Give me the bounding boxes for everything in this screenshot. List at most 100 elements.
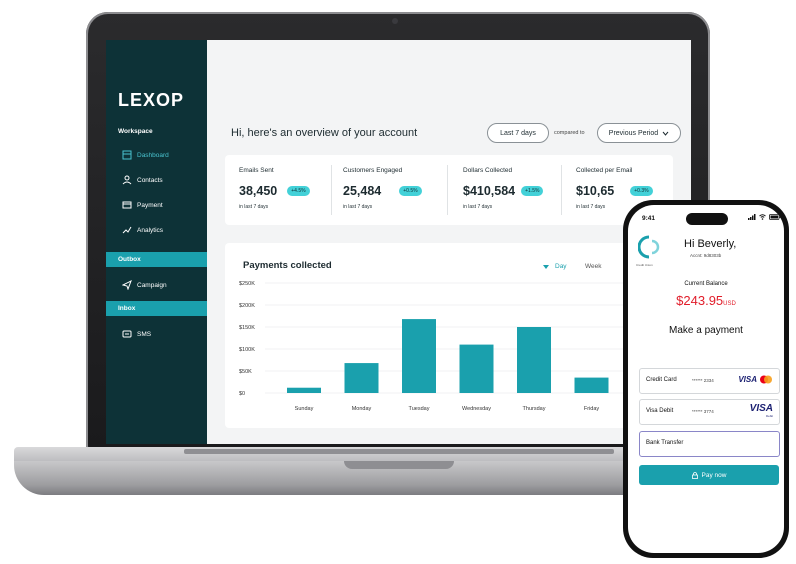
method-mask: ****** 2334 [692, 378, 714, 383]
divider [447, 165, 448, 215]
laptop: LEXOP Workspace Dashboard Contacts Payme… [86, 12, 710, 452]
sidebar-item-analytics[interactable]: Analytics [122, 225, 163, 235]
sidebar-item-contacts[interactable]: Contacts [122, 175, 163, 185]
dashboard-icon [122, 150, 132, 160]
card-logos: VISA [738, 375, 773, 384]
bar-friday[interactable] [574, 377, 609, 393]
stat-sub: in last 7 days [239, 204, 269, 210]
bar-thursday[interactable] [517, 327, 551, 393]
sidebar-item-payment[interactable]: Payment [122, 200, 163, 210]
x-tick-label: Tuesday [409, 406, 430, 412]
brand-name: Credit Union [636, 263, 653, 267]
pay-now-label: Pay now [701, 471, 727, 479]
y-tick-label: $150K [239, 325, 255, 331]
compared-to-label: compared to [554, 130, 585, 136]
x-tick-label: Thursday [523, 406, 546, 412]
sidebar-item-label: Payment [137, 201, 163, 209]
y-tick-label: $100K [239, 347, 255, 353]
send-icon [122, 280, 132, 290]
y-tick-label: $0 [239, 391, 245, 397]
payment-method-visa-debit[interactable]: Visa Debit ****** 3774 VISA Debit [639, 399, 780, 425]
stat-value: 38,450 [239, 184, 278, 198]
lock-icon [691, 471, 698, 479]
card-icon [122, 201, 132, 209]
visa-logo: VISA [749, 403, 773, 414]
sidebar-item-label: Contacts [137, 176, 163, 184]
laptop-notch [344, 461, 454, 469]
stat-label: Dollars Collected [463, 167, 513, 174]
balance-currency: USD [723, 301, 736, 307]
tab-week[interactable]: Week [585, 263, 602, 270]
change-badge: +0.5% [399, 186, 422, 196]
stat-emails-sent: Emails Sent 38,450 +4.5% in last 7 days [239, 167, 310, 210]
sidebar-item-dashboard[interactable]: Dashboard [122, 150, 169, 160]
inbox-section-label: Inbox [118, 305, 136, 312]
phone: 9:41 Credit Union Hi Beverly, Accnt: 9d8… [623, 200, 789, 558]
x-tick-label: Monday [352, 406, 372, 412]
sidebar-item-sms[interactable]: SMS [122, 329, 151, 339]
inbox-section: Inbox [106, 301, 207, 316]
stat-label: Collected per Email [576, 167, 633, 174]
status-icons [748, 214, 781, 220]
bar-wednesday[interactable] [459, 344, 494, 393]
method-mask: ****** 3774 [692, 409, 714, 414]
outbox-section-label: Outbox [118, 256, 141, 263]
tab-day[interactable]: Day [555, 263, 567, 270]
stat-label: Emails Sent [239, 167, 274, 174]
bar-sunday[interactable] [287, 387, 321, 393]
x-tick-label: Sunday [295, 406, 314, 412]
bar-tuesday[interactable] [402, 319, 436, 393]
payments-chart-card: Payments collected Day Week $250K $200K $1… [225, 243, 675, 428]
phone-screen: 9:41 Credit Union Hi Beverly, Accnt: 9d8… [628, 205, 784, 553]
wifi-icon [759, 214, 766, 220]
period-dropdown-label: Previous Period [608, 129, 659, 137]
method-name: Bank Transfer [646, 440, 684, 446]
y-tick-label: $50K [239, 369, 252, 375]
visa-logo: VISA [738, 375, 757, 384]
stat-value: $10,65 [576, 184, 615, 198]
y-tick-label: $200K [239, 303, 255, 309]
keyboard-strip [184, 449, 614, 454]
sidebar: LEXOP Workspace Dashboard Contacts Payme… [106, 40, 207, 444]
pay-now-button[interactable]: Pay now [639, 465, 779, 485]
status-time: 9:41 [642, 215, 656, 222]
x-tick-label: Wednesday [462, 406, 491, 412]
period-dropdown[interactable]: Previous Period [597, 123, 681, 143]
stat-dollars-collected: Dollars Collected $410,584 +1.5% in last … [463, 167, 544, 210]
bar-monday[interactable] [344, 363, 379, 393]
balance-amount: $243.95 [676, 293, 724, 308]
payments-bar-chart: $250K $200K $150K $100K $50K $0 Sunday Monday Tu… [239, 281, 665, 412]
camera [392, 18, 398, 24]
sidebar-item-campaign[interactable]: Campaign [122, 280, 167, 290]
change-badge: +1.5% [521, 186, 544, 196]
method-name: Visa Debit [646, 408, 674, 414]
payment-method-bank-transfer[interactable]: Bank Transfer [639, 431, 780, 457]
sidebar-item-label: SMS [137, 330, 152, 338]
date-range-button[interactable]: Last 7 days [487, 123, 549, 143]
signal-icon [748, 214, 756, 220]
page-title: Hi, here's an overview of your account [231, 127, 418, 139]
method-name: Credit Card [646, 377, 677, 383]
message-icon [122, 330, 132, 338]
chevron-down-icon [662, 131, 669, 136]
user-greeting: Hi Beverly, [684, 238, 737, 250]
dashboard-main: Hi, here's an overview of your account L… [207, 40, 691, 444]
stat-sub: in last 7 days [343, 204, 373, 210]
stat-value: 25,484 [343, 184, 382, 198]
balance-label: Current Balance [684, 281, 728, 287]
change-badge: +0.3% [630, 186, 653, 196]
y-tick-label: $250K [239, 281, 255, 287]
laptop-screen: LEXOP Workspace Dashboard Contacts Payme… [106, 40, 691, 444]
sidebar-item-label: Dashboard [137, 151, 169, 159]
credit-union-logo [638, 235, 660, 259]
user-icon [122, 175, 132, 185]
analytics-icon [122, 226, 132, 234]
x-tick-label: Friday [584, 406, 600, 412]
battery-icon [769, 214, 781, 220]
payment-method-credit-card[interactable]: Credit Card ****** 2334 VISA [639, 368, 780, 394]
mastercard-icon [760, 375, 772, 384]
visa-debit-logo: VISA Debit [750, 403, 773, 418]
section-title: Make a payment [669, 325, 743, 336]
change-badge: +4.5% [287, 186, 310, 196]
divider [331, 165, 332, 215]
